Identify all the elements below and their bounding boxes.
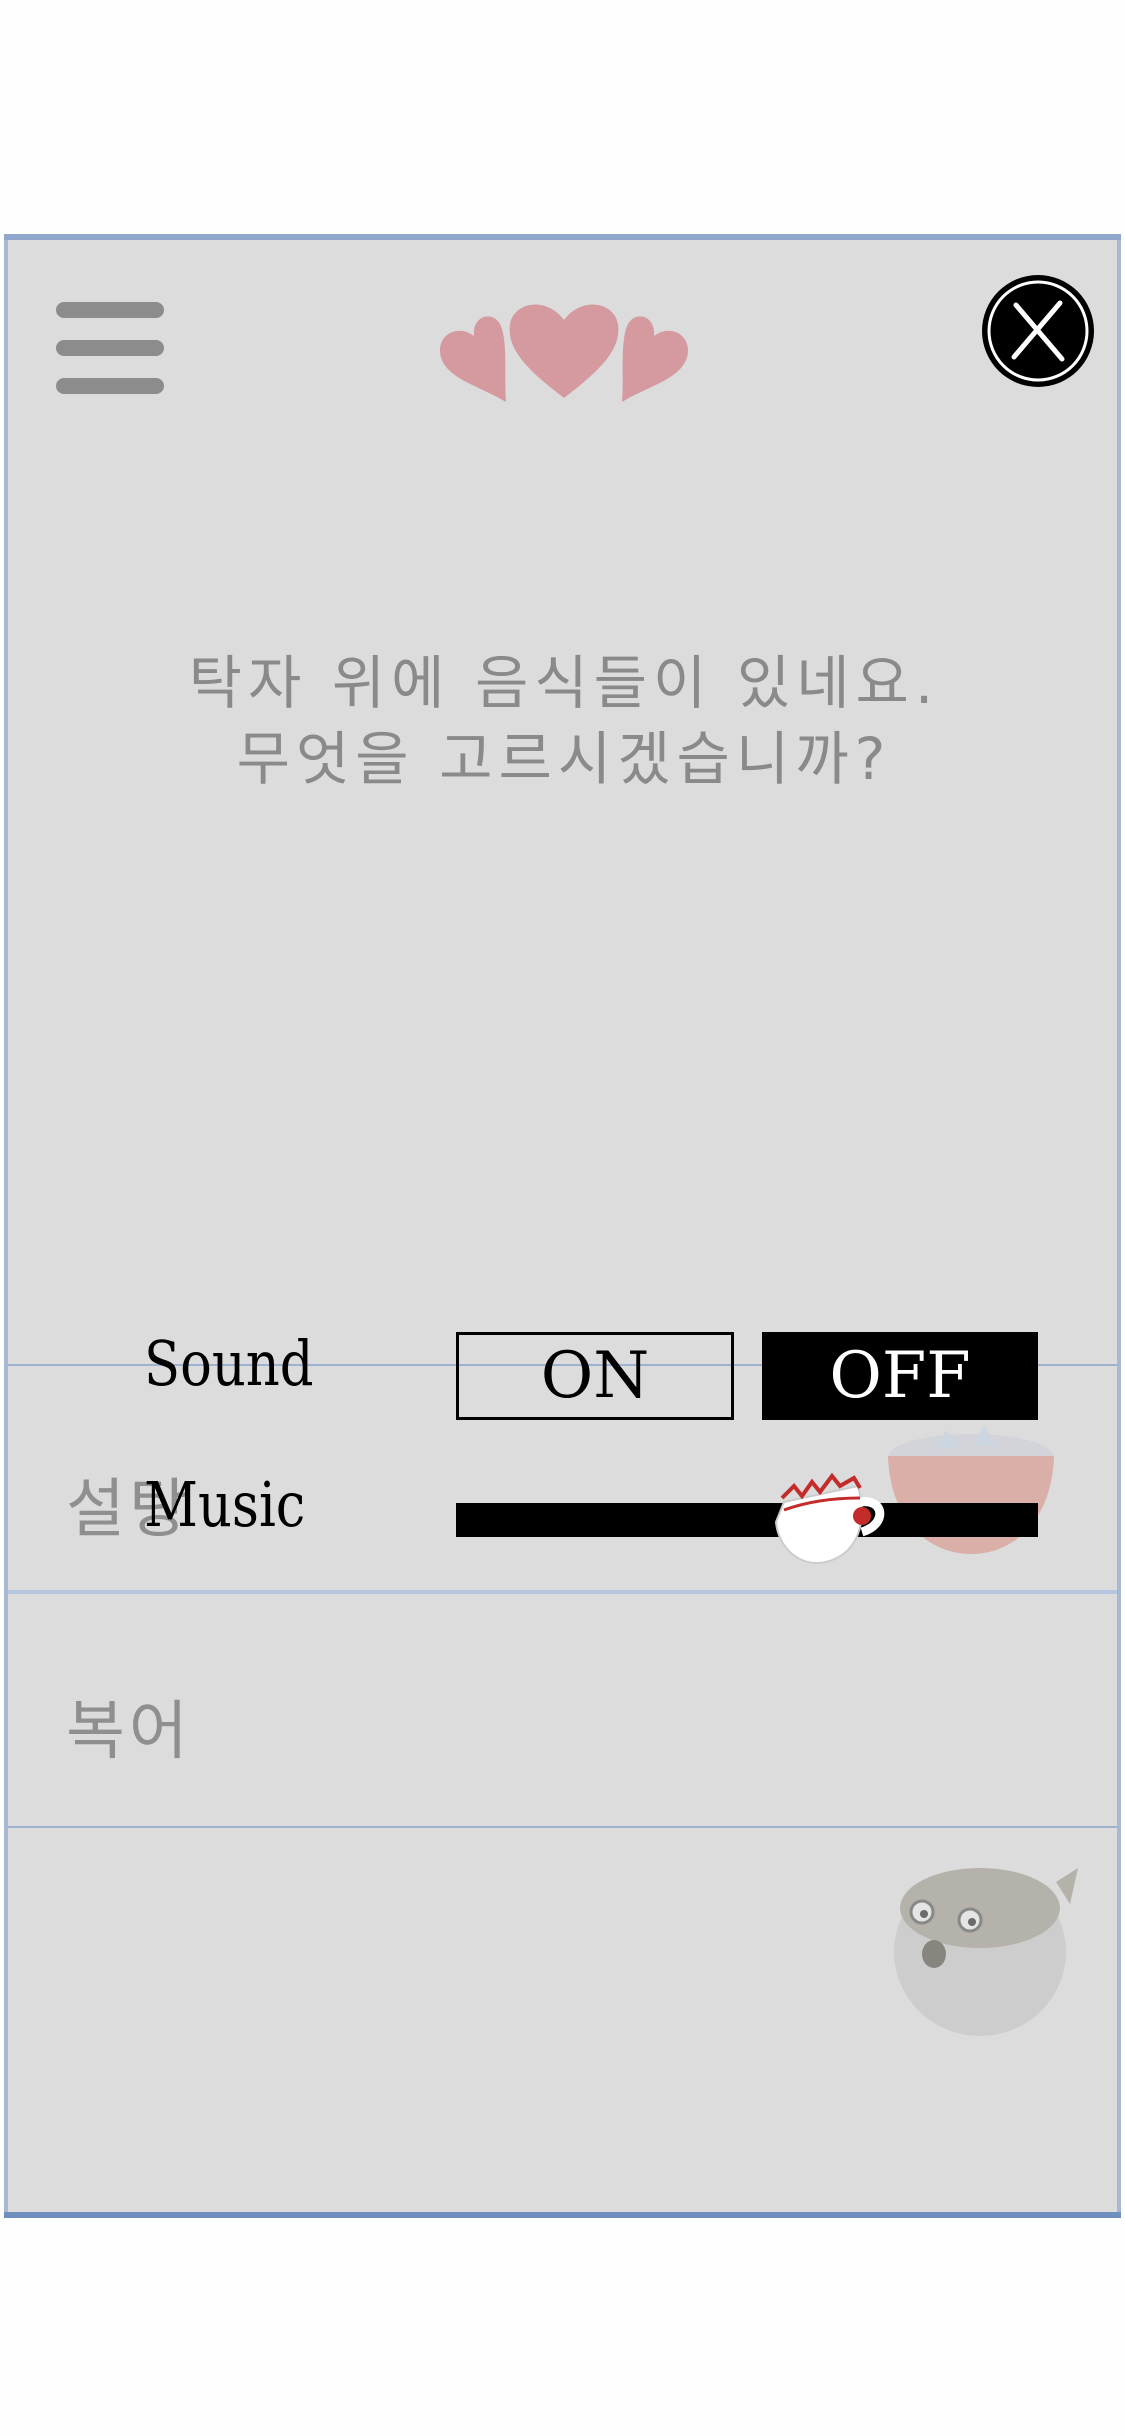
dialog-panel: 탁자 위에 음식들이 있네요. 무엇을 고르시겠습니까? 설탕 복어 Sound… <box>4 234 1121 2218</box>
sound-on-button[interactable]: ON <box>456 1332 734 1420</box>
hearts-icon <box>439 304 689 402</box>
list-item-pufferfish-label[interactable]: 복어 <box>66 1680 192 1772</box>
music-volume-slider[interactable] <box>456 1503 1038 1537</box>
list-divider <box>8 1826 1117 1828</box>
pufferfish-icon <box>894 1868 1078 2036</box>
sound-label: Sound <box>144 1327 314 1400</box>
teacup-icon[interactable] <box>766 1462 890 1568</box>
list-divider <box>8 1590 1117 1594</box>
question-line-2: 무엇을 고르시겠습니까? <box>236 725 892 793</box>
question-text: 탁자 위에 음식들이 있네요. 무엇을 고르시겠습니까? <box>64 645 1064 797</box>
hamburger-menu-icon[interactable] <box>56 302 164 402</box>
music-label: Music <box>144 1468 306 1541</box>
sound-off-button[interactable]: OFF <box>762 1332 1038 1420</box>
sugar-bowl-icon <box>888 1426 1054 1554</box>
close-icon[interactable] <box>978 271 1098 391</box>
question-line-1: 탁자 위에 음식들이 있네요. <box>188 649 940 717</box>
